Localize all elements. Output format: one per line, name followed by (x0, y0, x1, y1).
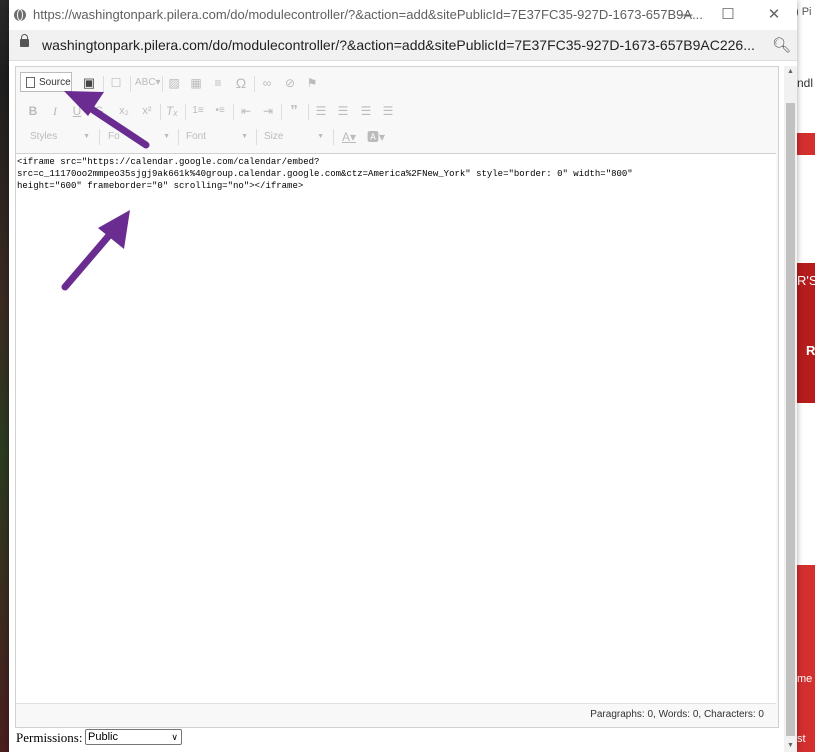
toolbar-separator (130, 76, 131, 92)
source-line: height="600" frameborder="0" scrolling="… (17, 181, 304, 191)
blockquote-icon[interactable]: ” (286, 101, 302, 121)
chevron-down-icon: ∨ (171, 732, 178, 742)
font-combo[interactable]: Font ▼ (186, 128, 250, 146)
save-icon[interactable]: ▣ (81, 73, 97, 93)
bg-text-snippet: R'S (797, 273, 815, 288)
source-doc-icon (26, 77, 35, 88)
chevron-down-icon: ▼ (317, 133, 324, 140)
toolbar-separator (308, 104, 309, 120)
close-button[interactable]: ✕ (762, 4, 786, 26)
format-combo-label: Fo (108, 131, 120, 142)
styles-combo-label: Styles (30, 131, 58, 142)
font-combo-label: Font (186, 131, 207, 142)
scroll-up-icon[interactable]: ▲ (784, 66, 797, 78)
bg-color-icon[interactable]: 🅰︎▾ (365, 127, 387, 147)
chevron-down-icon: ▼ (241, 133, 248, 140)
bulleted-list-icon[interactable]: •≡ (212, 101, 228, 121)
address-bar[interactable]: washingtonpark.pilera.com/do/modulecontr… (9, 30, 797, 61)
toolbar-separator (256, 129, 257, 145)
maximize-button[interactable]: ☐ (716, 4, 740, 26)
zoom-icon[interactable]: 🔍︎ (772, 36, 791, 54)
permissions-label: Permissions: (16, 730, 83, 745)
unlink-icon[interactable]: ⊘ (282, 73, 298, 93)
table-icon[interactable]: ▦ (188, 73, 204, 93)
source-textarea[interactable]: <iframe src="https://calendar.google.com… (16, 153, 776, 704)
toolbar-separator (254, 76, 255, 92)
toolbar-separator (160, 104, 161, 120)
horizontal-line-icon[interactable]: ≡ (210, 73, 226, 93)
source-line: <iframe src="https://calendar.google.com… (17, 157, 320, 167)
link-icon[interactable]: ∞ (259, 73, 275, 93)
bg-text-snippet: me (797, 673, 813, 685)
rich-text-editor: Source ▣ ☐ ABC▾ ▨ ▦ ≡ Ω ∞ ⊘ ⚑ B I U S x₂… (15, 66, 779, 728)
permissions-select[interactable]: Public ∨ (85, 729, 182, 745)
editor-status-bar: Paragraphs: 0, Words: 0, Characters: 0 (16, 704, 776, 726)
toolbar-separator (178, 129, 179, 145)
toolbar-separator (99, 129, 100, 145)
bg-text-snippet: st (797, 733, 806, 745)
globe-icon (14, 9, 26, 21)
scrollbar[interactable]: ▲ ▼ (784, 66, 797, 752)
underline-icon[interactable]: U (70, 101, 84, 121)
align-center-icon[interactable]: ☰ (335, 101, 351, 121)
toolbar-separator (162, 76, 163, 92)
styles-combo[interactable]: Styles ▼ (30, 128, 92, 146)
superscript-icon[interactable]: x² (139, 101, 155, 121)
remove-format-icon[interactable]: Tₓ (164, 101, 180, 121)
italic-icon[interactable]: I (48, 101, 62, 121)
source-button[interactable]: Source (20, 72, 72, 92)
numbered-list-icon[interactable]: 1≡ (190, 101, 206, 121)
toolbar-separator (103, 76, 104, 92)
lock-icon (20, 34, 29, 47)
bg-text-snippet: ndl (797, 76, 814, 90)
source-line: src=c_11170oo2mmpeo35sjgj9ak661k%40group… (17, 169, 633, 179)
minimize-button[interactable]: — (673, 4, 697, 26)
bg-red-footer (797, 565, 815, 752)
window-title: https://washingtonpark.pilera.com/do/mod… (33, 7, 703, 22)
justify-icon[interactable]: ☰ (380, 101, 396, 121)
background-page-left (0, 0, 9, 752)
address-url[interactable]: washingtonpark.pilera.com/do/modulecontr… (42, 37, 755, 53)
background-page-right: ) Pi ndl R'S R me st (797, 0, 815, 752)
window-titlebar: https://washingtonpark.pilera.com/do/mod… (9, 0, 797, 30)
word-count: Paragraphs: 0, Words: 0, Characters: 0 (590, 709, 764, 720)
chevron-down-icon: ▼ (83, 133, 90, 140)
align-left-icon[interactable]: ☰ (313, 101, 329, 121)
toolbar-separator (281, 104, 282, 120)
bg-tab-snippet: ) Pi (797, 6, 812, 18)
chevron-down-icon: ▼ (163, 133, 170, 140)
scrollbar-thumb[interactable] (786, 103, 795, 736)
toolbar-separator (185, 104, 186, 120)
subscript-icon[interactable]: x₂ (116, 101, 132, 121)
outdent-icon[interactable]: ⇤ (238, 101, 254, 121)
anchor-flag-icon[interactable]: ⚑ (304, 73, 320, 93)
toolbar-separator (333, 129, 334, 145)
spellcheck-icon[interactable]: ABC▾ (135, 73, 161, 93)
format-combo[interactable]: Fo ▼ (108, 128, 172, 146)
toolbar-separator (233, 104, 234, 120)
bg-red-bar (797, 133, 815, 155)
align-right-icon[interactable]: ☰ (358, 101, 374, 121)
size-combo[interactable]: Size ▼ (264, 128, 326, 146)
source-button-label: Source (39, 77, 71, 88)
popup-window: https://washingtonpark.pilera.com/do/mod… (9, 0, 797, 752)
indent-icon[interactable]: ⇥ (260, 101, 276, 121)
new-page-icon[interactable]: ☐ (108, 73, 124, 93)
text-color-icon[interactable]: A▾ (338, 127, 360, 147)
scroll-down-icon[interactable]: ▼ (784, 740, 797, 752)
bg-text-snippet: R (806, 343, 815, 358)
bold-icon[interactable]: B (26, 101, 40, 121)
image-icon[interactable]: ▨ (166, 73, 182, 93)
special-char-icon[interactable]: Ω (233, 73, 249, 93)
permissions-select-value: Public (88, 731, 118, 743)
size-combo-label: Size (264, 131, 284, 142)
strike-icon[interactable]: S (92, 101, 106, 121)
